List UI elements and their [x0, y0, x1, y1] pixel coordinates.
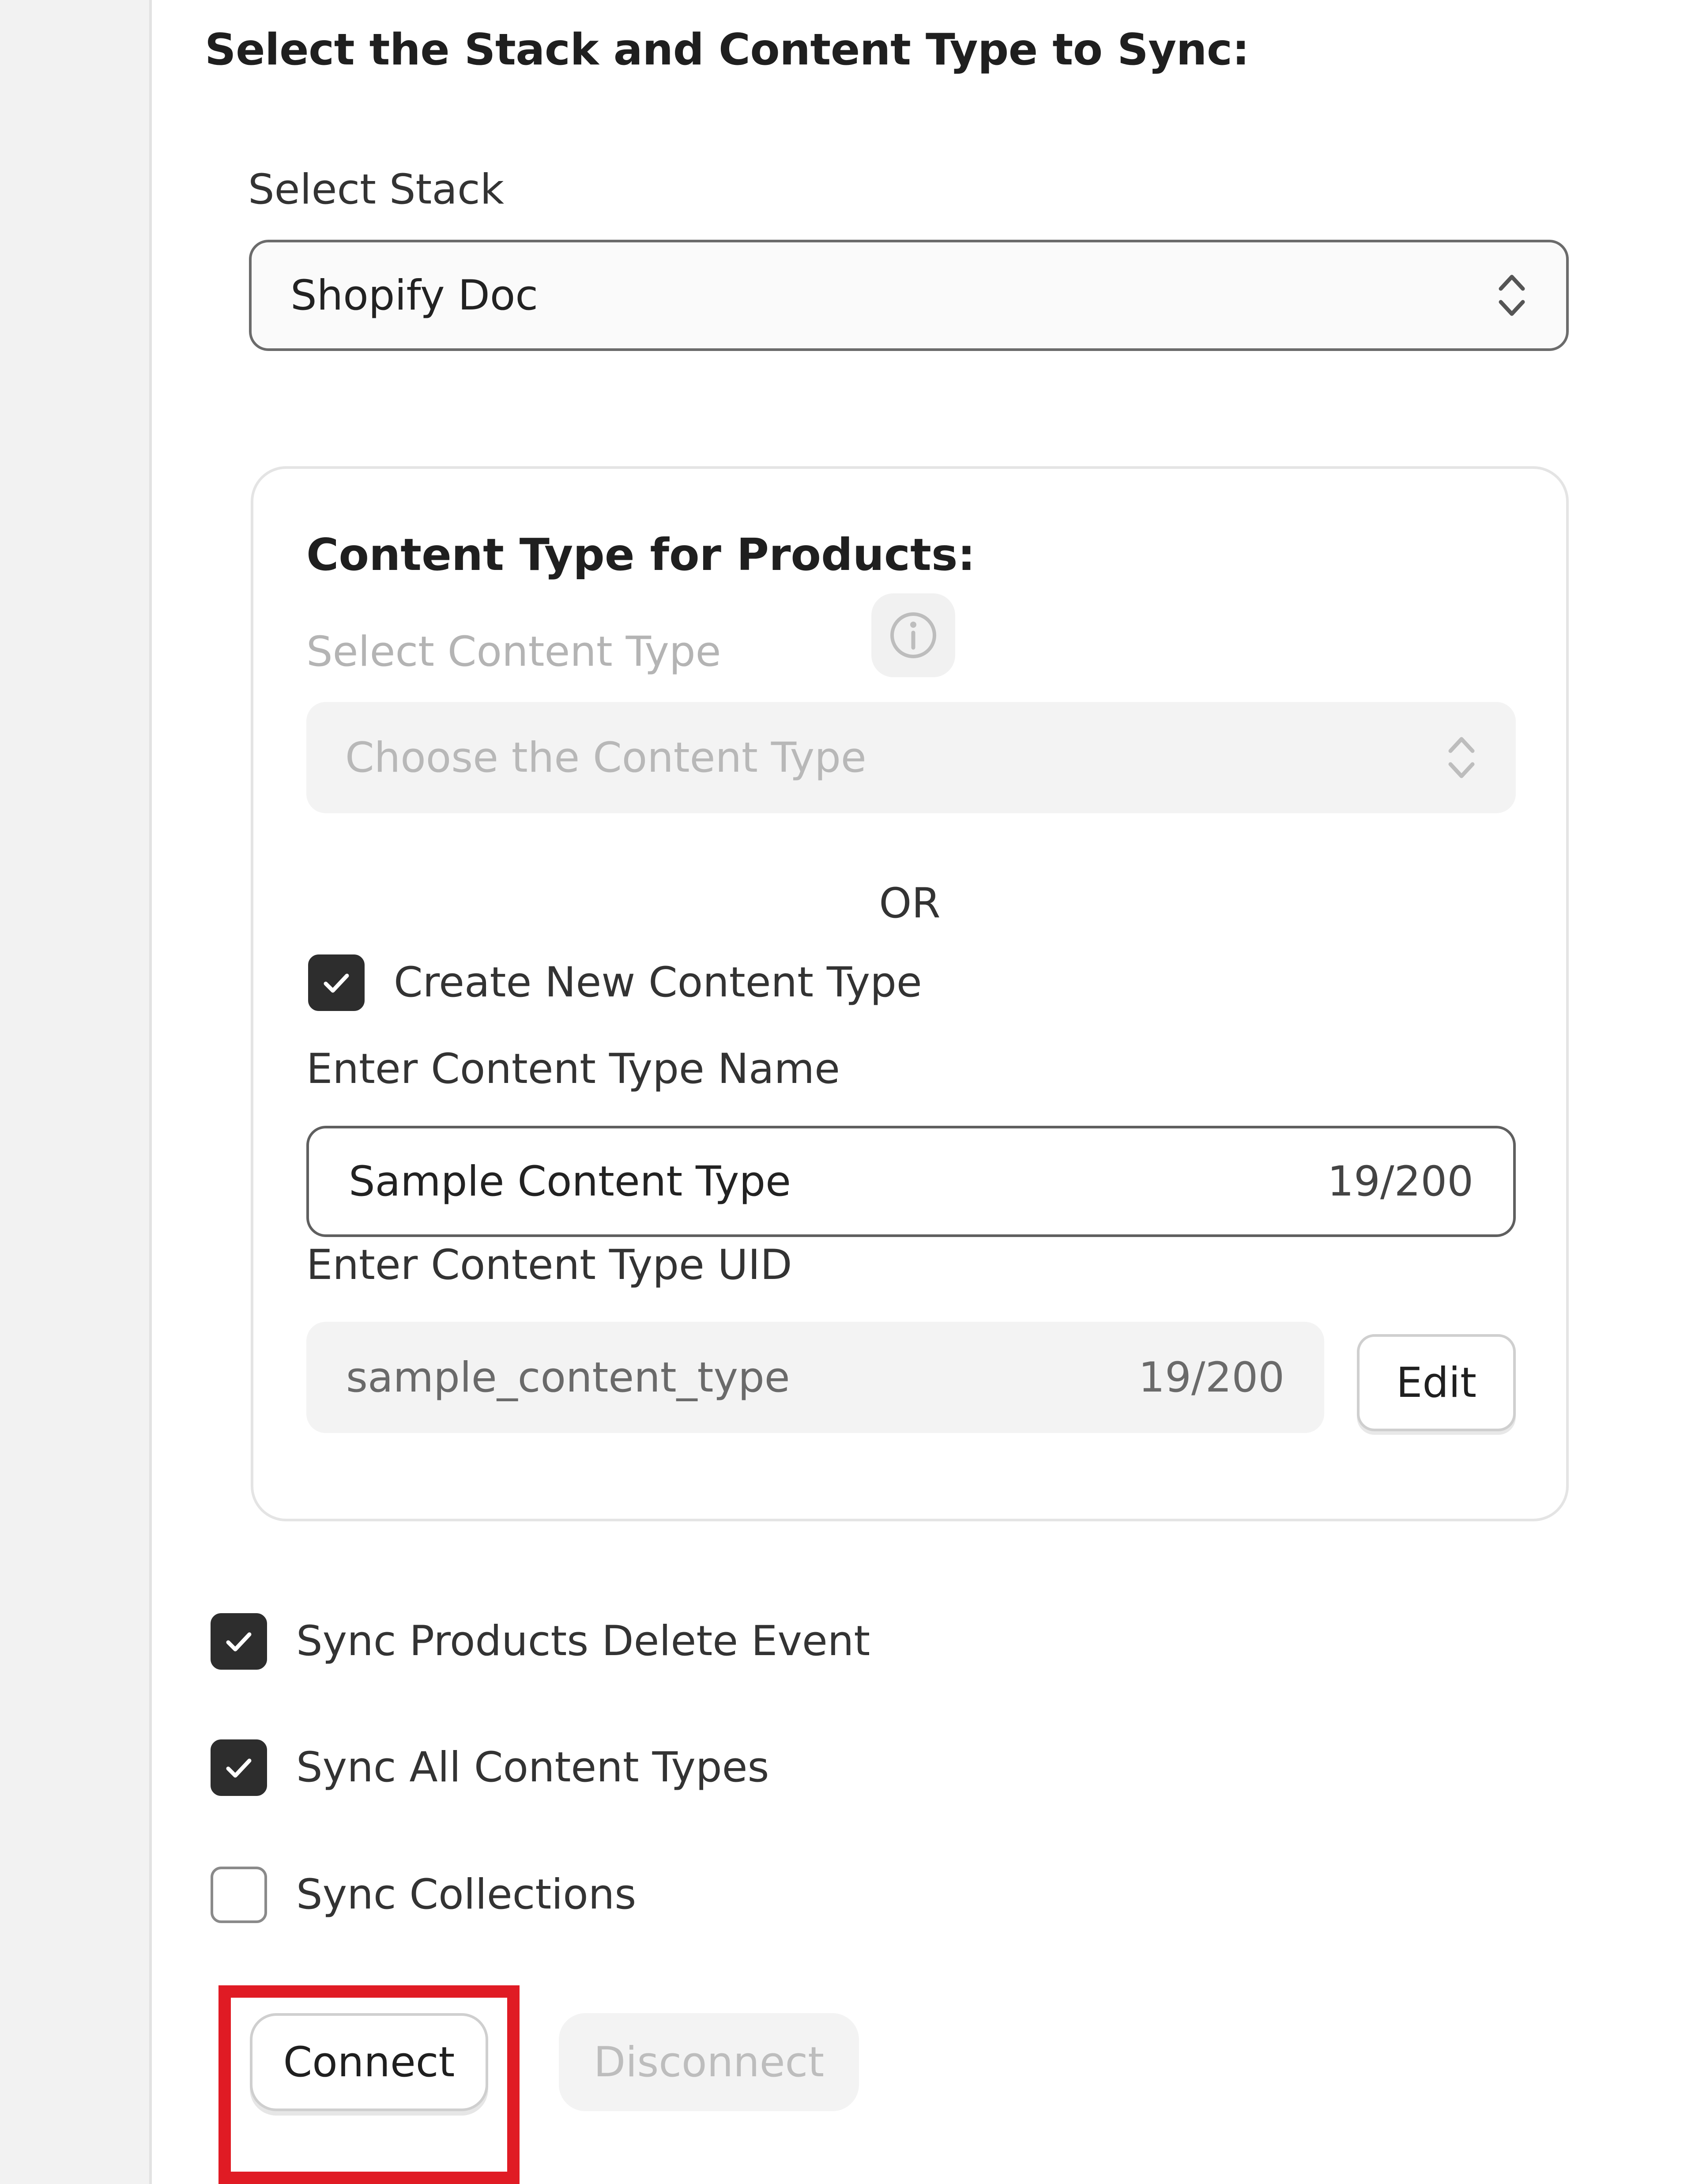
checkmark-icon: [226, 1758, 252, 1778]
sync-products-delete-event-label: Sync Products Delete Event: [296, 1617, 870, 1665]
info-icon[interactable]: [871, 593, 955, 677]
sync-collections-checkbox[interactable]: [211, 1867, 267, 1923]
content-type-name-counter: 19/200: [1327, 1157, 1473, 1206]
section-title: Select the Stack and Content Type to Syn…: [205, 25, 1250, 75]
stack-select[interactable]: Shopify Doc: [249, 240, 1569, 351]
left-rail: [0, 0, 152, 2184]
create-new-content-type-checkbox-row[interactable]: Create New Content Type: [308, 954, 922, 1011]
checkmark-icon: [324, 973, 349, 993]
sync-collections-label: Sync Collections: [296, 1871, 637, 1919]
edit-uid-button[interactable]: Edit: [1357, 1334, 1516, 1431]
create-new-content-type-label: Create New Content Type: [394, 958, 922, 1007]
content-type-name-value: Sample Content Type: [349, 1157, 791, 1206]
sync-all-content-types-label: Sync All Content Types: [296, 1743, 769, 1792]
content-type-name-label: Enter Content Type Name: [306, 1045, 840, 1093]
sync-products-delete-event-checkbox[interactable]: [211, 1613, 267, 1670]
stack-select-value: Shopify Doc: [290, 271, 539, 320]
card-title: Content Type for Products:: [306, 529, 976, 581]
content-type-uid-label: Enter Content Type UID: [306, 1241, 792, 1289]
select-stack-label: Select Stack: [248, 166, 505, 214]
content-type-select: Choose the Content Type: [306, 702, 1516, 813]
content-type-select-placeholder: Choose the Content Type: [345, 733, 866, 782]
sync-products-delete-event-row[interactable]: Sync Products Delete Event: [211, 1613, 870, 1670]
sync-all-content-types-row[interactable]: Sync All Content Types: [211, 1739, 769, 1796]
sync-collections-row[interactable]: Sync Collections: [211, 1867, 636, 1923]
or-separator: OR: [879, 879, 941, 928]
connect-button[interactable]: Connect: [250, 2013, 488, 2111]
content-type-name-input[interactable]: Sample Content Type 19/200: [306, 1126, 1516, 1237]
content-type-uid-value: sample_content_type: [346, 1353, 790, 1402]
chevron-up-down-icon: [1496, 269, 1527, 322]
checkmark-icon: [226, 1632, 252, 1652]
create-new-content-type-checkbox[interactable]: [308, 954, 365, 1011]
chevron-up-down-icon: [1446, 731, 1477, 784]
content-type-uid-counter: 19/200: [1138, 1353, 1284, 1402]
disconnect-button: Disconnect: [559, 2013, 859, 2111]
products-content-type-card: Content Type for Products: Select Conten…: [251, 466, 1569, 1521]
sync-all-content-types-checkbox[interactable]: [211, 1739, 267, 1796]
content-type-uid-input: sample_content_type 19/200: [306, 1322, 1324, 1433]
sync-settings-panel: Select the Stack and Content Type to Syn…: [154, 0, 1695, 2184]
select-content-type-label: Select Content Type: [306, 628, 721, 676]
